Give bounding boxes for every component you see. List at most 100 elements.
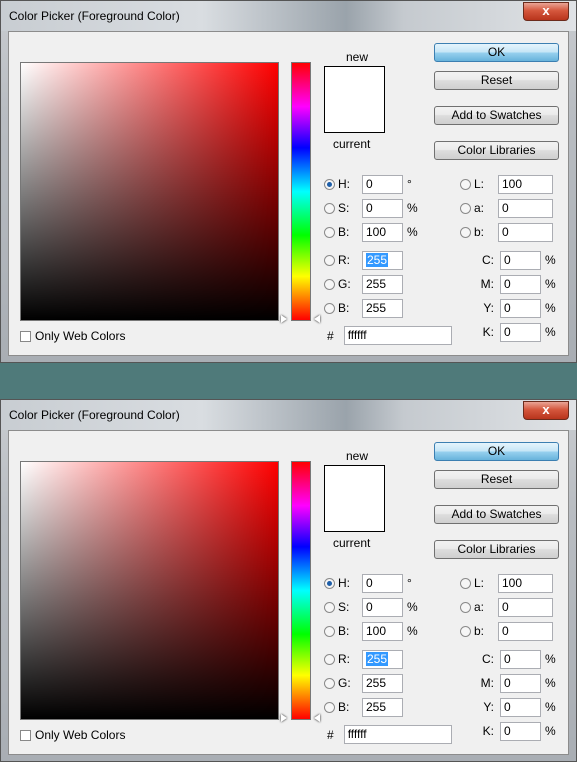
magenta-unit: % — [545, 676, 556, 690]
green-input[interactable]: 255 — [362, 274, 403, 294]
green-radio[interactable] — [324, 677, 335, 689]
hue-label: H: — [338, 177, 350, 191]
cyan-row: C: 0 % — [474, 250, 556, 270]
lab-a-radio[interactable] — [460, 601, 471, 613]
window-title: Color Picker (Foreground Color) — [9, 9, 180, 23]
hue-label: H: — [338, 576, 350, 590]
brightness-radio[interactable] — [324, 625, 335, 637]
green-row: G: 255 — [324, 274, 403, 294]
hue-radio[interactable] — [324, 178, 335, 190]
lab-a-input[interactable]: 0 — [498, 597, 553, 617]
lab-b-input[interactable]: 0 — [498, 222, 553, 242]
color-field[interactable] — [20, 62, 279, 321]
hue-input[interactable]: 0 — [362, 174, 403, 194]
checkbox-icon[interactable] — [20, 330, 31, 342]
saturation-unit: % — [407, 600, 418, 614]
ok-button[interactable]: OK — [434, 442, 559, 461]
red-input-selected-text: 255 — [366, 651, 389, 666]
hue-slider-right-handle-icon[interactable] — [314, 714, 320, 722]
blue-radio[interactable] — [324, 701, 335, 713]
lab-a-input[interactable]: 0 — [498, 198, 553, 218]
ok-button[interactable]: OK — [434, 43, 559, 62]
dialog-client: Only Web Colors new current OK Reset Add… — [8, 31, 569, 356]
saturation-unit: % — [407, 201, 418, 215]
yellow-label: Y: — [483, 301, 494, 315]
magenta-input[interactable]: 0 — [500, 274, 541, 294]
cyan-row: C: 0 % — [474, 649, 556, 669]
hex-input[interactable]: ffffff — [343, 725, 452, 744]
hex-input[interactable]: ffffff — [343, 326, 452, 345]
add-to-swatches-button[interactable]: Add to Swatches — [434, 505, 559, 524]
blue-radio[interactable] — [324, 302, 335, 314]
yellow-input[interactable]: 0 — [500, 697, 541, 717]
lab-l-radio[interactable] — [460, 178, 471, 190]
title-bar[interactable]: Color Picker (Foreground Color) x — [1, 1, 576, 31]
title-bar[interactable]: Color Picker (Foreground Color) x — [1, 400, 576, 430]
cyan-input[interactable]: 0 — [500, 250, 541, 270]
lab-a-radio[interactable] — [460, 202, 471, 214]
green-radio[interactable] — [324, 278, 335, 290]
hue-radio[interactable] — [324, 577, 335, 589]
hue-input[interactable]: 0 — [362, 573, 403, 593]
close-button[interactable]: x — [523, 2, 569, 21]
black-input[interactable]: 0 — [500, 322, 541, 342]
brightness-input[interactable]: 100 — [362, 222, 403, 242]
color-libraries-button[interactable]: Color Libraries — [434, 540, 559, 559]
black-input[interactable]: 0 — [500, 721, 541, 741]
red-radio[interactable] — [324, 254, 335, 266]
hue-slider-left-handle-icon[interactable] — [281, 714, 287, 722]
color-libraries-button[interactable]: Color Libraries — [434, 141, 559, 160]
saturation-input[interactable]: 0 — [362, 198, 403, 218]
only-web-colors-label: Only Web Colors — [35, 329, 126, 343]
close-icon: x — [542, 3, 550, 18]
green-label: G: — [338, 277, 351, 291]
brightness-label: B: — [338, 624, 350, 638]
checkbox-icon[interactable] — [20, 729, 31, 741]
cyan-input[interactable]: 0 — [500, 649, 541, 669]
blue-input[interactable]: 255 — [362, 298, 403, 318]
magenta-row: M: 0 % — [474, 673, 556, 693]
magenta-input[interactable]: 0 — [500, 673, 541, 693]
color-field[interactable] — [20, 461, 279, 720]
close-button[interactable]: x — [523, 401, 569, 420]
current-label: current — [333, 137, 371, 151]
lab-l-input[interactable]: 100 — [498, 573, 553, 593]
red-input[interactable]: 255 — [362, 250, 403, 270]
brightness-unit: % — [407, 225, 418, 239]
reset-button[interactable]: Reset — [434, 470, 559, 489]
saturation-label: S: — [338, 201, 350, 215]
hue-slider-right-handle-icon[interactable] — [314, 315, 320, 323]
only-web-colors-checkbox[interactable]: Only Web Colors — [20, 329, 125, 343]
current-label: current — [333, 536, 371, 550]
new-current-swatch[interactable] — [324, 66, 385, 133]
lab-b-input[interactable]: 0 — [498, 621, 553, 641]
saturation-radio[interactable] — [324, 601, 335, 613]
yellow-input[interactable]: 0 — [500, 298, 541, 318]
add-to-swatches-button[interactable]: Add to Swatches — [434, 106, 559, 125]
blue-row: B: 255 — [324, 298, 403, 318]
red-radio[interactable] — [324, 653, 335, 665]
brightness-radio[interactable] — [324, 226, 335, 238]
lab-b-radio[interactable] — [460, 625, 471, 637]
hue-slider-left-handle-icon[interactable] — [281, 315, 287, 323]
green-input[interactable]: 255 — [362, 673, 403, 693]
red-row: R: 255 — [324, 250, 403, 270]
red-input[interactable]: 255 — [362, 649, 403, 669]
lab-b-row: b: 0 — [460, 222, 553, 242]
lab-l-input[interactable]: 100 — [498, 174, 553, 194]
hue-slider[interactable] — [291, 461, 311, 720]
blue-input[interactable]: 255 — [362, 697, 403, 717]
lab-a-row: a: 0 — [460, 198, 553, 218]
lab-l-radio[interactable] — [460, 577, 471, 589]
hue-row: H: 0 ° — [324, 174, 412, 194]
reset-button[interactable]: Reset — [434, 71, 559, 90]
brightness-unit: % — [407, 624, 418, 638]
blue-label: B: — [338, 301, 350, 315]
lab-b-radio[interactable] — [460, 226, 471, 238]
saturation-input[interactable]: 0 — [362, 597, 403, 617]
brightness-input[interactable]: 100 — [362, 621, 403, 641]
hue-slider[interactable] — [291, 62, 311, 321]
new-current-swatch[interactable] — [324, 465, 385, 532]
only-web-colors-checkbox[interactable]: Only Web Colors — [20, 728, 125, 742]
saturation-radio[interactable] — [324, 202, 335, 214]
